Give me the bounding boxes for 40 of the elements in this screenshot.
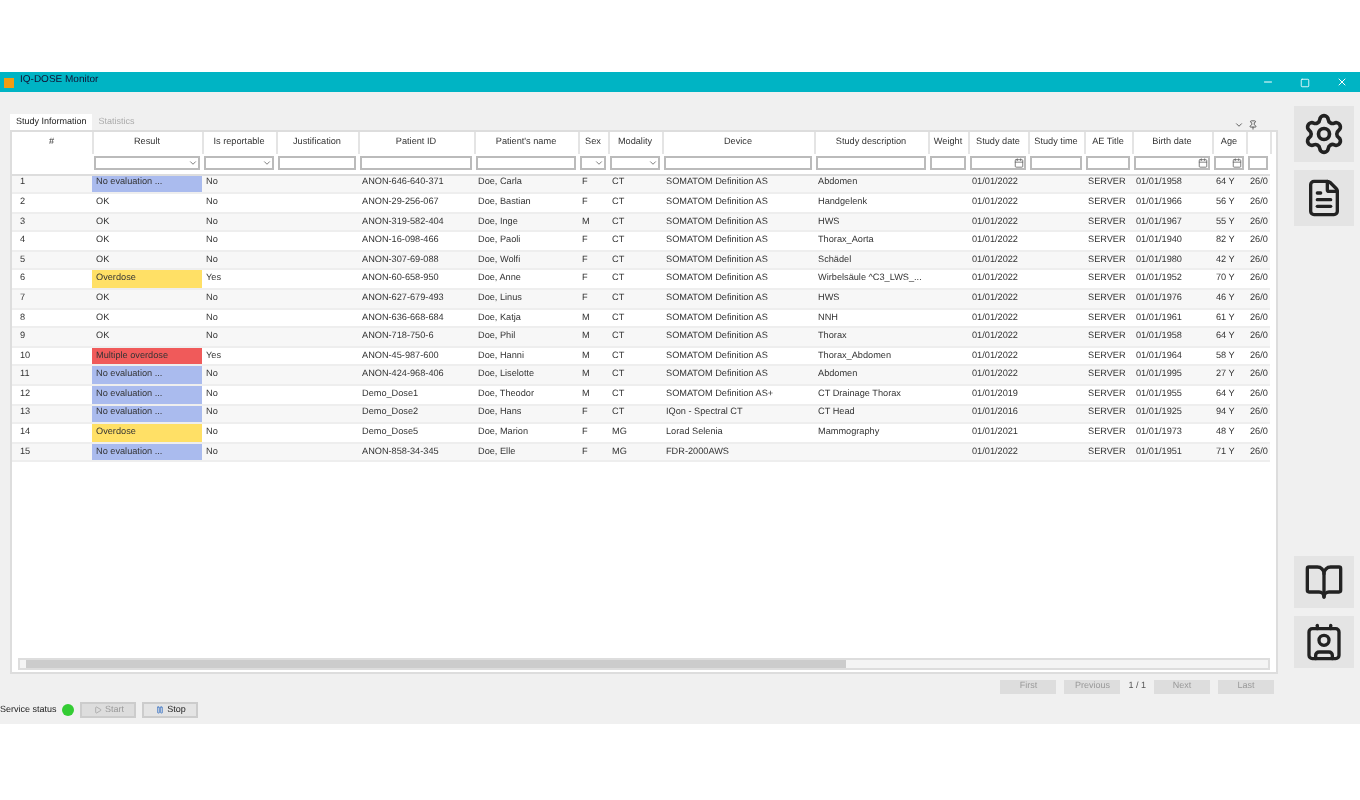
filter-input-field[interactable] [476,156,576,171]
chevron-down-icon [262,158,272,169]
filter-input-field[interactable] [816,156,926,171]
chevron-down-icon [188,158,198,169]
book-icon [1304,562,1344,602]
filter-dropdown[interactable] [204,156,274,171]
filter-input-field[interactable] [1086,156,1130,171]
filter-input-field[interactable] [1030,156,1082,171]
chevron-down-icon [648,158,658,169]
contact-card-icon [1304,622,1344,662]
settings-button[interactable] [1294,106,1354,162]
filter-dropdown[interactable] [94,156,200,171]
calendar-icon [1014,158,1024,169]
app-logo-icon [4,77,14,87]
manual-button[interactable] [1294,556,1354,608]
filter-input-field[interactable] [1248,156,1268,171]
document-icon [1304,176,1344,220]
horizontal-scrollbar[interactable] [18,658,1270,670]
close-icon[interactable] [1336,76,1348,88]
stop-icon [155,706,164,714]
minimize-icon[interactable] [1262,76,1274,88]
filter-dropdown[interactable] [610,156,660,171]
filter-input-field[interactable] [930,156,966,171]
calendar-icon [1232,158,1242,169]
date-filter-field[interactable] [1134,156,1210,171]
date-filter-field[interactable] [1214,156,1244,171]
filter-input-field[interactable] [360,156,472,171]
chevron-down-icon[interactable] [1234,120,1244,130]
date-filter-field[interactable] [970,156,1026,171]
filter-input-field[interactable] [664,156,812,171]
calendar-icon [1198,158,1208,169]
filter-dropdown[interactable] [580,156,606,171]
scrollbar-thumb[interactable] [26,660,846,668]
maximize-icon[interactable] [1300,77,1310,87]
filter-input-field[interactable] [278,156,356,171]
csv-export-button[interactable] [1294,170,1354,226]
pin-icon[interactable] [1248,120,1258,130]
chevron-down-icon [594,158,604,169]
about-button[interactable] [1294,616,1354,668]
settings-icon [1302,112,1346,156]
